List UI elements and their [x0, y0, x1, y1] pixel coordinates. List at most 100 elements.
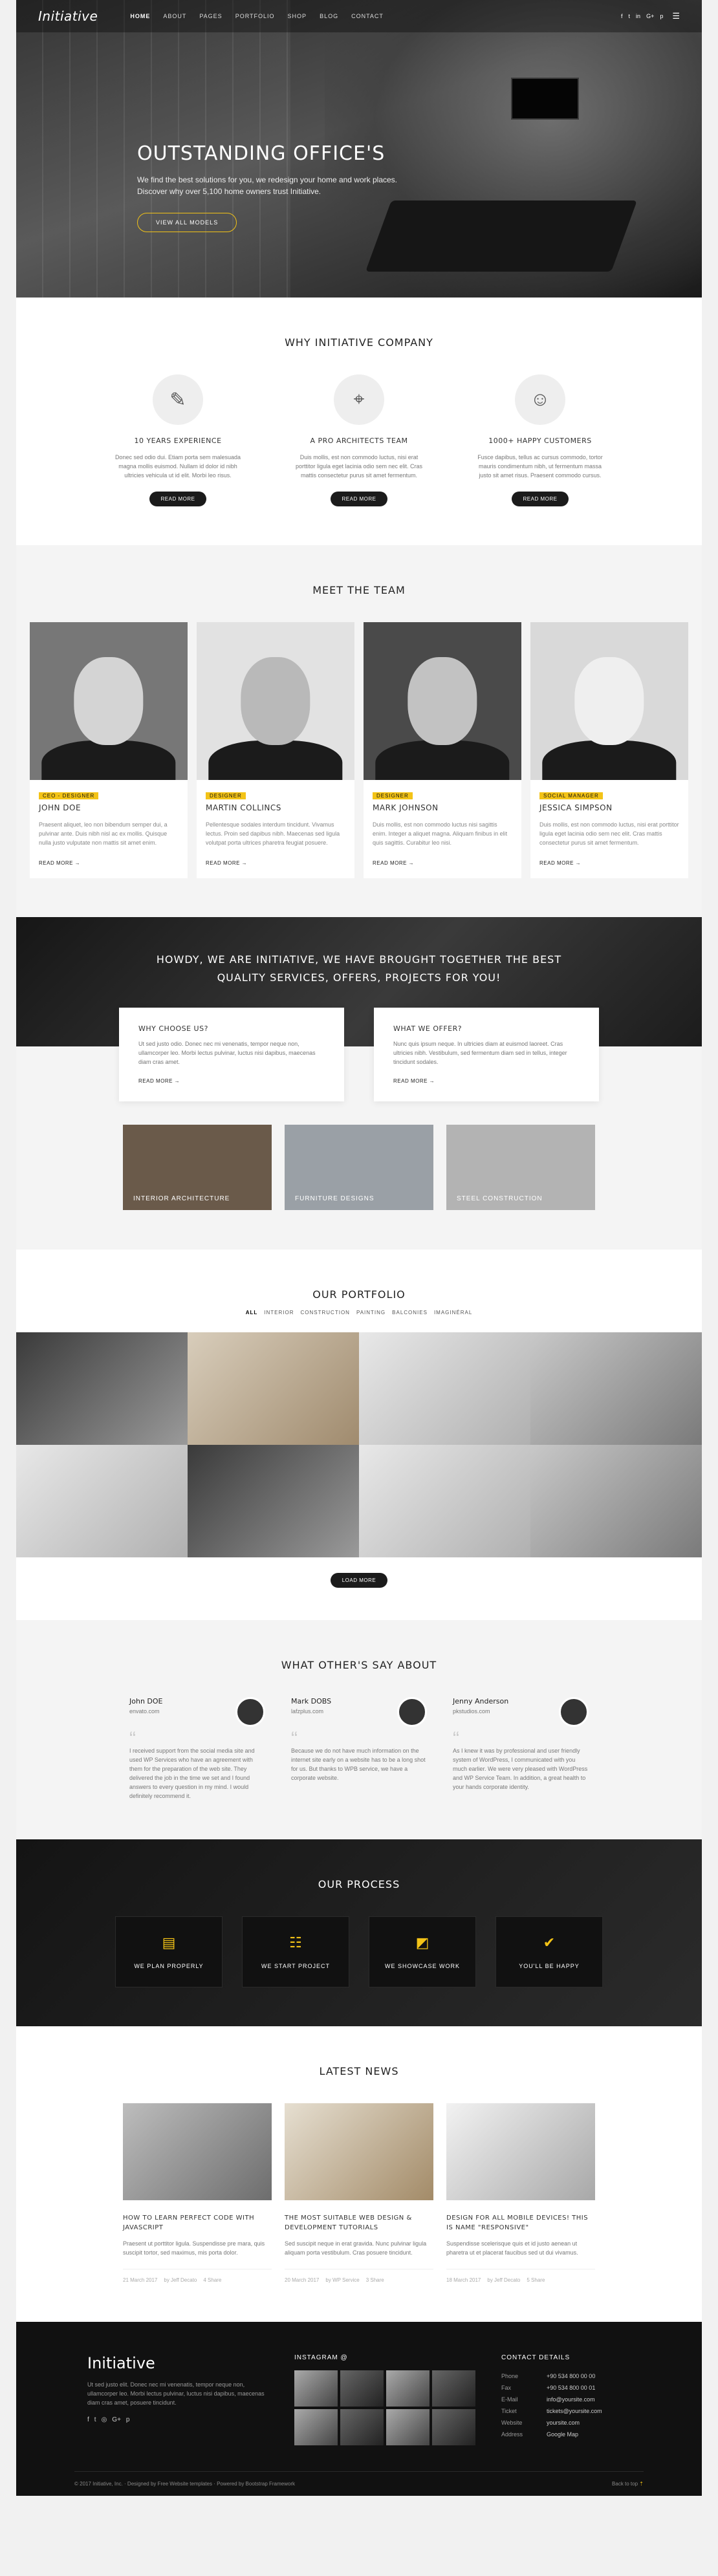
pinterest-icon[interactable]: p: [126, 2416, 130, 2423]
instagram-photo[interactable]: [432, 2370, 475, 2407]
read-more-button[interactable]: Read more: [149, 492, 207, 506]
filter-painting[interactable]: Painting: [356, 1310, 386, 1315]
box-read-more[interactable]: Read more →: [138, 1078, 180, 1084]
feature-item: ✎ 10 YEARS EXPERIENCE Donec sed odio dui…: [113, 374, 243, 506]
quote-icon: “: [129, 1728, 136, 1749]
googleplus-icon[interactable]: G+: [646, 13, 654, 19]
post-title[interactable]: HOW TO LEARN PERFECT CODE WITH JAVASCRIP…: [123, 2213, 272, 2233]
email-link[interactable]: info@yoursite.com: [547, 2394, 595, 2405]
post-image[interactable]: [123, 2103, 272, 2200]
instagram-photo[interactable]: [432, 2409, 475, 2445]
back-to-top-button[interactable]: Back to top ⇡: [612, 2481, 644, 2487]
portfolio-item[interactable]: [188, 1445, 359, 1557]
portfolio-item[interactable]: [359, 1445, 530, 1557]
quote-icon: “: [453, 1728, 459, 1749]
googleplus-icon[interactable]: G+: [112, 2416, 121, 2423]
box-title: WHAT WE OFFER?: [393, 1024, 462, 1033]
feature-item: ☺ 1000+ HAPPY CUSTOMERS Fusce dapibus, t…: [475, 374, 605, 506]
plan-icon: ▤: [162, 1934, 176, 1951]
filter-all[interactable]: All: [246, 1310, 258, 1315]
instagram-photo[interactable]: [294, 2370, 338, 2407]
footer-about: Initiative Ut sed justo elit. Donec nec …: [87, 2354, 268, 2445]
read-more-button[interactable]: Read more: [511, 492, 569, 506]
instagram-icon[interactable]: ◎: [102, 2416, 107, 2423]
member-role: DESIGNER: [373, 792, 413, 799]
read-more-button[interactable]: Read more: [330, 492, 388, 506]
filter-interior[interactable]: Interior: [264, 1310, 294, 1315]
nav-portfolio[interactable]: Portfolio: [235, 13, 275, 19]
map-link[interactable]: Google Map: [547, 2429, 578, 2440]
linkedin-icon[interactable]: in: [636, 13, 640, 19]
testimonial-name: Jenny Anderson: [453, 1697, 509, 1705]
member-read-more[interactable]: Read more →: [206, 860, 247, 866]
pinterest-icon[interactable]: p: [660, 13, 663, 19]
category-steel[interactable]: Steel Construction: [446, 1125, 595, 1210]
instagram-photo[interactable]: [294, 2409, 338, 2445]
filter-construction[interactable]: Construction: [301, 1310, 350, 1315]
view-all-models-button[interactable]: View all models: [137, 213, 237, 232]
arrow-up-icon: ⇡: [639, 2481, 644, 2487]
news-post[interactable]: DESIGN FOR ALL MOBILE DEVICES! THIS IS N…: [446, 2103, 595, 2283]
load-more-button[interactable]: Load more: [330, 1573, 388, 1588]
nav-contact[interactable]: Contact: [351, 13, 384, 19]
box-title: WHY CHOOSE US?: [138, 1024, 208, 1033]
portfolio-item[interactable]: [188, 1332, 359, 1445]
footer-logo[interactable]: Initiative: [87, 2354, 268, 2372]
team-member: DESIGNER MARTIN COLLINCS Pellentesque so…: [197, 622, 354, 878]
process-step: ◩ WE SHOWCASE WORK: [369, 1916, 476, 1987]
portfolio-item[interactable]: [530, 1332, 702, 1445]
facebook-icon[interactable]: f: [87, 2416, 89, 2423]
hero-text: We find the best solutions for you, we r…: [137, 175, 397, 196]
filter-balconies[interactable]: Balconies: [392, 1310, 428, 1315]
footer-instagram: INSTAGRAM @: [294, 2354, 475, 2445]
process-section: OUR PROCESS ▤ WE PLAN PROPERLY ☷ WE START …: [16, 1839, 702, 2026]
portfolio-item[interactable]: [530, 1445, 702, 1557]
ruler-icon: ◩: [415, 1934, 430, 1951]
news-post[interactable]: THE MOST SUITABLE WEB DESIGN & DEVELOPME…: [285, 2103, 433, 2283]
testimonial-site[interactable]: lafzplus.com: [291, 1708, 331, 1715]
news-section: LATEST NEWS HOW TO LEARN PERFECT CODE WI…: [16, 2026, 702, 2322]
news-post[interactable]: HOW TO LEARN PERFECT CODE WITH JAVASCRIP…: [123, 2103, 272, 2283]
hero-title: OUTSTANDING OFFICE'S: [137, 142, 386, 165]
hamburger-icon[interactable]: ☰: [672, 11, 680, 21]
portfolio-item[interactable]: [16, 1445, 188, 1557]
post-title[interactable]: DESIGN FOR ALL MOBILE DEVICES! THIS IS N…: [446, 2213, 595, 2233]
filter-imagineral[interactable]: Imaginéral: [434, 1310, 472, 1315]
smile-icon: ☺: [515, 374, 565, 425]
post-title[interactable]: THE MOST SUITABLE WEB DESIGN & DEVELOPME…: [285, 2213, 433, 2233]
nav-shop[interactable]: Shop: [288, 13, 307, 19]
nav-about[interactable]: About: [163, 13, 186, 19]
post-image[interactable]: [285, 2103, 433, 2200]
instagram-photo[interactable]: [386, 2409, 430, 2445]
member-read-more[interactable]: Read more →: [39, 860, 80, 866]
box-read-more[interactable]: Read more →: [393, 1078, 435, 1084]
website-link[interactable]: yoursite.com: [547, 2417, 580, 2429]
nav-blog[interactable]: Blog: [320, 13, 338, 19]
testimonial-site[interactable]: envato.com: [129, 1708, 163, 1715]
nav-pages[interactable]: Pages: [199, 13, 222, 19]
portfolio-item[interactable]: [359, 1332, 530, 1445]
ticket-link[interactable]: tickets@yoursite.com: [547, 2405, 602, 2417]
category-furniture[interactable]: Furniture Designs: [285, 1125, 433, 1210]
footer-contact: CONTACT DETAILS Phone +90 534 800 00 00 F…: [501, 2354, 631, 2445]
testimonial: John DOE envato.com “ I received support…: [129, 1697, 265, 1801]
member-read-more[interactable]: Read more →: [373, 860, 414, 866]
instagram-photo[interactable]: [386, 2370, 430, 2407]
pencil-icon: ✎: [153, 374, 203, 425]
facebook-icon[interactable]: f: [621, 13, 623, 19]
team-member: CEO - DESIGNER JOHN DOE Praesent aliquet…: [30, 622, 188, 878]
twitter-icon[interactable]: t: [629, 13, 631, 19]
instagram-photo[interactable]: [340, 2409, 384, 2445]
post-image[interactable]: [446, 2103, 595, 2200]
category-interior[interactable]: Interior Architecture: [123, 1125, 272, 1210]
process-step: ☷ WE START PROJECT: [242, 1916, 349, 1987]
portfolio-item[interactable]: [16, 1332, 188, 1445]
logo[interactable]: Initiative: [38, 8, 98, 24]
post-meta: 21 March 2017 by Jeff Decato 4 Share: [123, 2269, 272, 2283]
instagram-photo[interactable]: [340, 2370, 384, 2407]
member-read-more[interactable]: Read more →: [539, 860, 581, 866]
footer-text: Ut sed justo elit. Donec nec mi venenati…: [87, 2381, 265, 2406]
nav-home[interactable]: Home: [130, 13, 150, 19]
twitter-icon[interactable]: t: [94, 2416, 96, 2423]
testimonial-site[interactable]: pkstudios.com: [453, 1708, 508, 1715]
